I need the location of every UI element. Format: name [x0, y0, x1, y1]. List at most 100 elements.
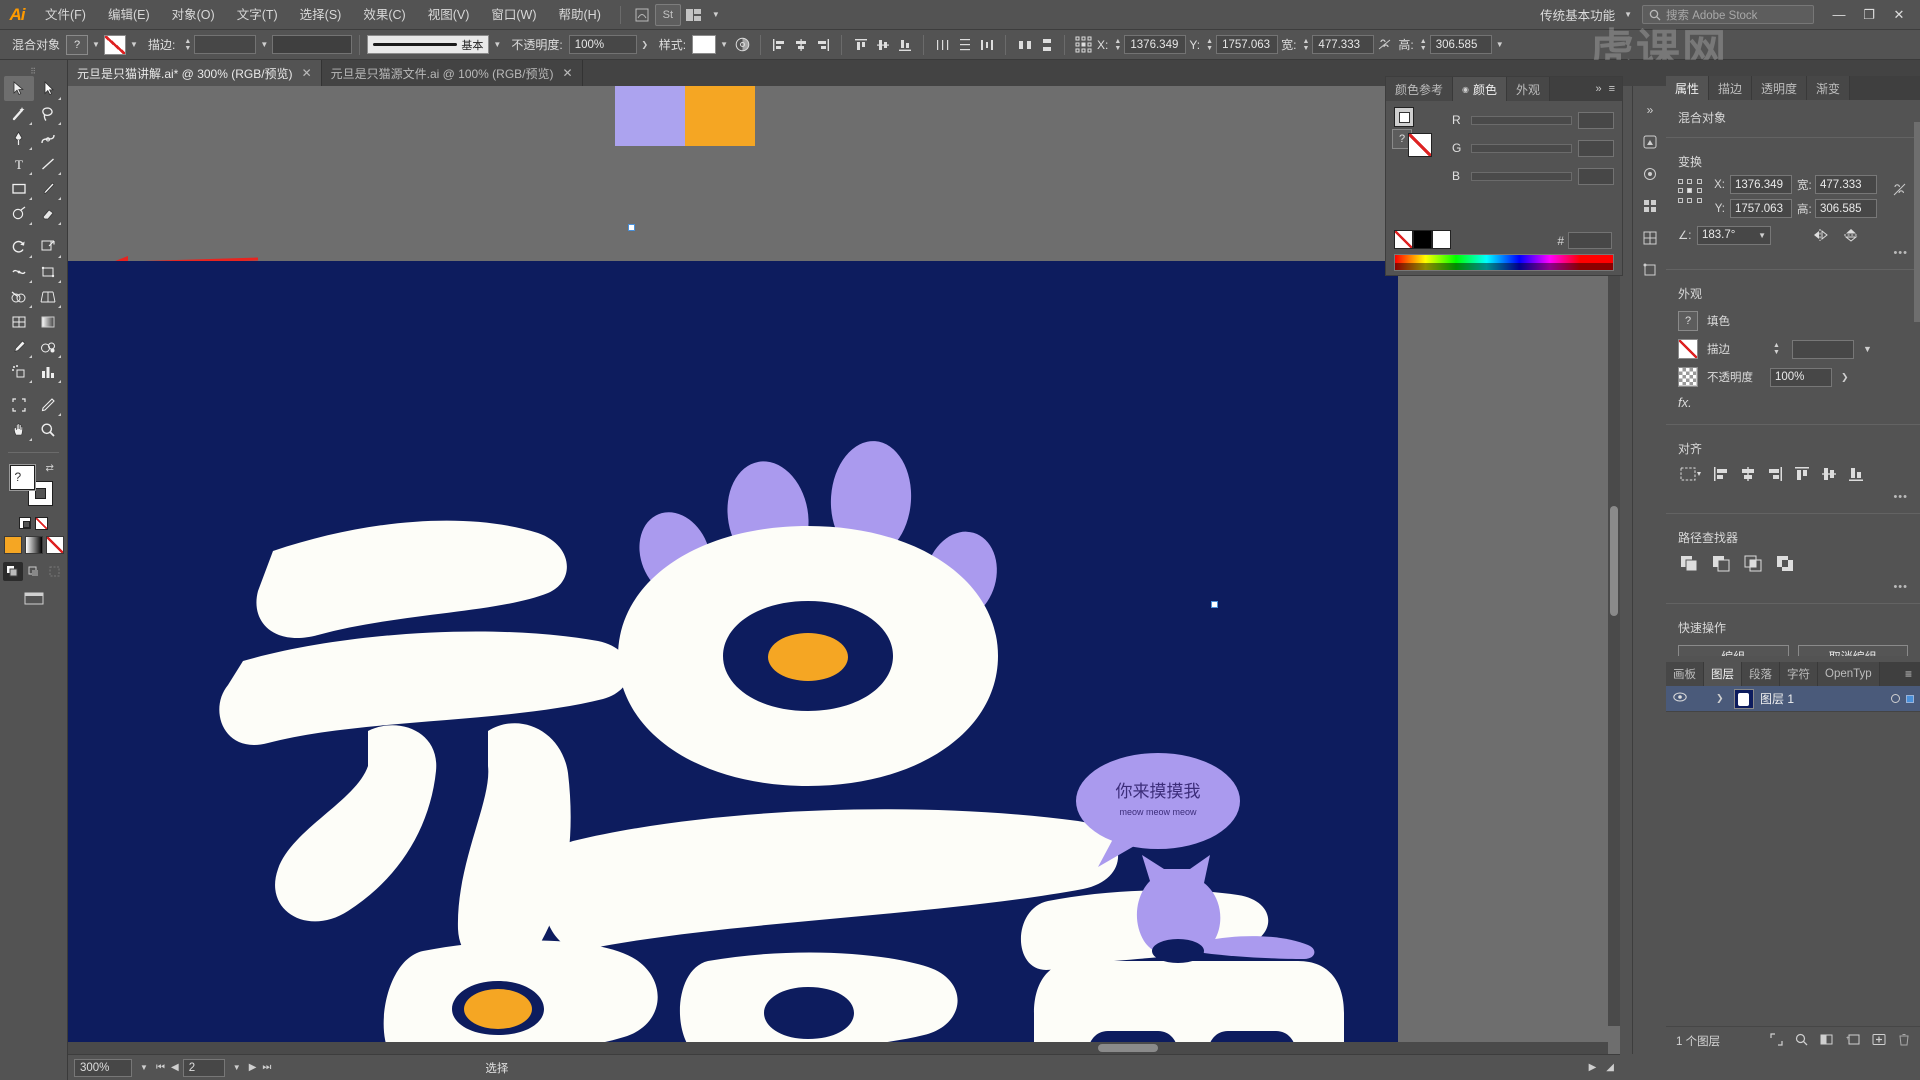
color-mode-icon[interactable]: [3, 536, 22, 554]
scale-tool[interactable]: [34, 234, 64, 259]
stroke-preview[interactable]: [272, 35, 353, 54]
opacity-field[interactable]: 100%: [568, 35, 637, 54]
distribute-left-icon[interactable]: [932, 34, 953, 55]
height-field[interactable]: 306.585: [1429, 35, 1492, 54]
color-channel-b[interactable]: B: [1452, 165, 1614, 187]
constrain-proportions-icon[interactable]: [1374, 34, 1395, 55]
tab-opentype[interactable]: OpenTyp: [1818, 662, 1880, 686]
appearance-stroke-swatch[interactable]: [1678, 339, 1698, 359]
prop-align-bottom-icon[interactable]: [1848, 466, 1864, 485]
transform-panel-icon[interactable]: [1633, 254, 1667, 286]
paintbrush-tool[interactable]: [34, 176, 64, 201]
pathfinder-exclude-icon[interactable]: [1776, 555, 1795, 575]
distribute-spacing-icon[interactable]: [1014, 34, 1035, 55]
make-clipping-mask-icon[interactable]: [1820, 1033, 1833, 1049]
prop-align-right-icon[interactable]: [1767, 466, 1783, 485]
prop-align-left-icon[interactable]: [1713, 466, 1729, 485]
flip-horizontal-icon[interactable]: [1809, 225, 1833, 245]
tab-stroke[interactable]: 描边: [1709, 76, 1753, 100]
appearance-opacity-icon[interactable]: [1678, 367, 1698, 387]
new-layer-icon[interactable]: [1872, 1033, 1886, 1049]
align-left-icon[interactable]: [768, 34, 789, 55]
layers-panel-menu-icon[interactable]: ≡: [1897, 662, 1920, 686]
pathfinder-unite-icon[interactable]: [1680, 555, 1699, 575]
artboard-tool[interactable]: [4, 392, 34, 417]
appearance-stroke-stepper[interactable]: ▲ ▼: [1770, 340, 1783, 359]
align-to-selection-icon[interactable]: [1680, 466, 1702, 485]
distribute-right-icon[interactable]: [976, 34, 997, 55]
brushes-icon[interactable]: [1633, 158, 1667, 190]
restore-button[interactable]: ❐: [1854, 3, 1884, 27]
stroke-chevron-icon[interactable]: ▼: [126, 35, 142, 55]
zoom-chevron-icon[interactable]: ▼: [136, 1063, 152, 1072]
free-transform-tool[interactable]: [34, 259, 64, 284]
tab-color[interactable]: ◉ 颜色: [1453, 77, 1508, 101]
tab-appearance[interactable]: 外观: [1507, 77, 1551, 101]
eyedropper-tool[interactable]: [4, 334, 34, 359]
channel-g-value[interactable]: [1578, 139, 1614, 157]
selection-handle-right[interactable]: [1211, 601, 1218, 608]
swatches-icon[interactable]: [1633, 222, 1667, 254]
zoom-tool[interactable]: [34, 417, 64, 442]
collapse-panel-icon[interactable]: »: [1595, 83, 1601, 95]
default-fill-stroke-icon[interactable]: [19, 517, 31, 529]
prop-angle-field[interactable]: 183.7° ▼: [1697, 225, 1771, 245]
rotate-tool[interactable]: [4, 234, 34, 259]
x-stepper[interactable]: ▲ ▼: [1111, 35, 1124, 54]
lasso-tool[interactable]: [34, 101, 64, 126]
appearance-fill-swatch[interactable]: ?: [1678, 311, 1698, 331]
appearance-stroke-chevron-icon[interactable]: ▼: [1863, 344, 1872, 354]
shape-builder-tool[interactable]: [4, 284, 34, 309]
color-spectrum-bar[interactable]: [1394, 254, 1614, 271]
close-button[interactable]: ✕: [1884, 3, 1914, 27]
swatch-none-icon[interactable]: [1394, 230, 1413, 249]
locate-object-icon[interactable]: [1770, 1032, 1783, 1049]
height-stepper[interactable]: ▲ ▼: [1417, 35, 1430, 54]
swatch-white[interactable]: [1432, 230, 1451, 249]
appearance-opacity-arrow-icon[interactable]: ❯: [1841, 372, 1849, 383]
style-chevron-icon[interactable]: ▼: [716, 35, 732, 55]
color-channel-g[interactable]: G: [1452, 137, 1614, 159]
purple-swatch-rect[interactable]: [615, 86, 685, 146]
appearance-opacity-field[interactable]: 100%: [1770, 367, 1832, 387]
pathfinder-intersect-icon[interactable]: [1744, 555, 1763, 575]
swatch-black[interactable]: [1413, 230, 1432, 249]
fill-color-box[interactable]: ?: [8, 464, 36, 491]
close-icon[interactable]: ✕: [563, 66, 573, 80]
stroke-weight-field[interactable]: [194, 35, 257, 54]
libraries-icon[interactable]: [1633, 126, 1667, 158]
panel-menu-icon[interactable]: ≡: [1609, 83, 1615, 95]
width-tool[interactable]: [4, 259, 34, 284]
gradient-tool[interactable]: [34, 309, 64, 334]
properties-scrollbar[interactable]: [1914, 122, 1920, 322]
canvas-horizontal-scrollbar[interactable]: [68, 1042, 1608, 1054]
prop-align-top-icon[interactable]: [1794, 466, 1810, 485]
bridge-icon[interactable]: [629, 4, 655, 26]
draw-normal-icon[interactable]: [2, 562, 23, 581]
magic-wand-tool[interactable]: [4, 101, 34, 126]
tab-layers[interactable]: 图层: [1704, 662, 1742, 686]
prop-align-center-v-icon[interactable]: [1821, 466, 1837, 485]
first-artboard-icon[interactable]: ⏮: [156, 1062, 165, 1073]
artwork-illustration[interactable]: 你来摸摸我 meow meow meow: [68, 261, 1398, 1054]
stroke-profile-chevron-icon[interactable]: ▼: [489, 35, 505, 55]
draw-inside-icon[interactable]: [45, 562, 65, 581]
appearance-fx-button[interactable]: fx.: [1666, 391, 1920, 418]
status-resize-grip-icon[interactable]: ◢: [1606, 1062, 1614, 1073]
symbols-icon[interactable]: [1633, 190, 1667, 222]
last-artboard-icon[interactable]: ⏭: [262, 1062, 271, 1073]
stroke-color-swatch[interactable]: [104, 34, 127, 55]
channel-b-slider[interactable]: [1471, 171, 1572, 181]
column-graph-tool[interactable]: [34, 359, 64, 384]
prop-w-field[interactable]: 477.333: [1815, 175, 1877, 194]
menu-file[interactable]: 文件(F): [34, 0, 97, 30]
top-color-swatches[interactable]: [615, 86, 755, 146]
perspective-grid-tool[interactable]: [34, 284, 64, 309]
prop-h-field[interactable]: 306.585: [1815, 199, 1877, 218]
document-tab-1[interactable]: 元旦是只猫讲解.ai* @ 300% (RGB/预览) ✕: [68, 60, 322, 86]
tab-properties[interactable]: 属性: [1666, 76, 1710, 100]
channel-b-value[interactable]: [1578, 167, 1614, 185]
find-icon[interactable]: [1795, 1033, 1808, 1049]
hand-tool[interactable]: [4, 417, 34, 442]
flip-vertical-icon[interactable]: [1839, 225, 1863, 245]
